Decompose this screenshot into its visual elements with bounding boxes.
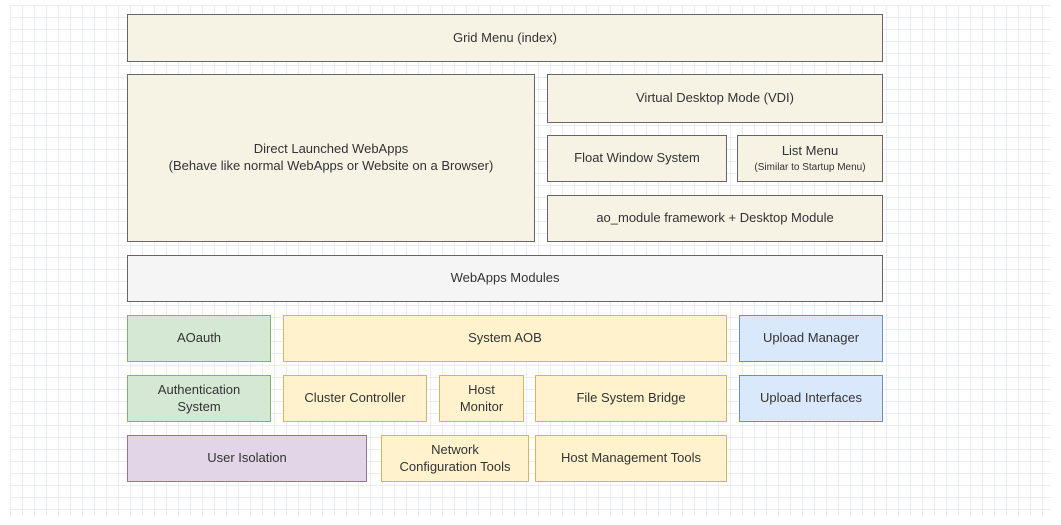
system-aob-label: System AOB — [468, 330, 542, 347]
grid-menu-box: Grid Menu (index) — [127, 14, 883, 62]
grid-menu-label: Grid Menu (index) — [453, 30, 557, 47]
host-monitor-label: Host Monitor — [460, 382, 503, 416]
float-window-system-box: Float Window System — [547, 135, 727, 182]
webapps-modules-label: WebApps Modules — [451, 270, 560, 287]
direct-launched-webapps-box: Direct Launched WebApps (Behave like nor… — [127, 74, 535, 242]
list-menu-sublabel: (Similar to Startup Menu) — [754, 161, 865, 174]
authentication-system-label: Authentication System — [158, 382, 240, 416]
user-isolation-box: User Isolation — [127, 435, 367, 482]
webapps-modules-bar: WebApps Modules — [127, 255, 883, 302]
ao-module-framework-box: ao_module framework + Desktop Module — [547, 195, 883, 242]
float-window-system-label: Float Window System — [574, 150, 700, 167]
virtual-desktop-mode-label: Virtual Desktop Mode (VDI) — [636, 90, 794, 107]
upload-interfaces-label: Upload Interfaces — [760, 390, 862, 407]
direct-launched-webapps-label: Direct Launched WebApps (Behave like nor… — [169, 141, 494, 175]
virtual-desktop-mode-box: Virtual Desktop Mode (VDI) — [547, 74, 883, 123]
host-management-tools-label: Host Management Tools — [561, 450, 701, 467]
network-configuration-tools-label: Network Configuration Tools — [399, 442, 510, 476]
file-system-bridge-box: File System Bridge — [535, 375, 727, 422]
ao-module-framework-label: ao_module framework + Desktop Module — [596, 210, 833, 227]
cluster-controller-label: Cluster Controller — [304, 390, 405, 407]
authentication-system-box: Authentication System — [127, 375, 271, 422]
list-menu-label: List Menu — [782, 143, 838, 160]
user-isolation-label: User Isolation — [207, 450, 286, 467]
file-system-bridge-label: File System Bridge — [576, 390, 685, 407]
upload-interfaces-box: Upload Interfaces — [739, 375, 883, 422]
system-aob-box: System AOB — [283, 315, 727, 362]
cluster-controller-box: Cluster Controller — [283, 375, 427, 422]
aoauth-box: AOauth — [127, 315, 271, 362]
aoauth-label: AOauth — [177, 330, 221, 347]
list-menu-box: List Menu (Similar to Startup Menu) — [737, 135, 883, 182]
upload-manager-label: Upload Manager — [763, 330, 859, 347]
host-monitor-box: Host Monitor — [439, 375, 524, 422]
diagram-canvas: Grid Menu (index) Direct Launched WebApp… — [0, 0, 1061, 525]
host-management-tools-box: Host Management Tools — [535, 435, 727, 482]
network-configuration-tools-box: Network Configuration Tools — [381, 435, 529, 482]
upload-manager-box: Upload Manager — [739, 315, 883, 362]
